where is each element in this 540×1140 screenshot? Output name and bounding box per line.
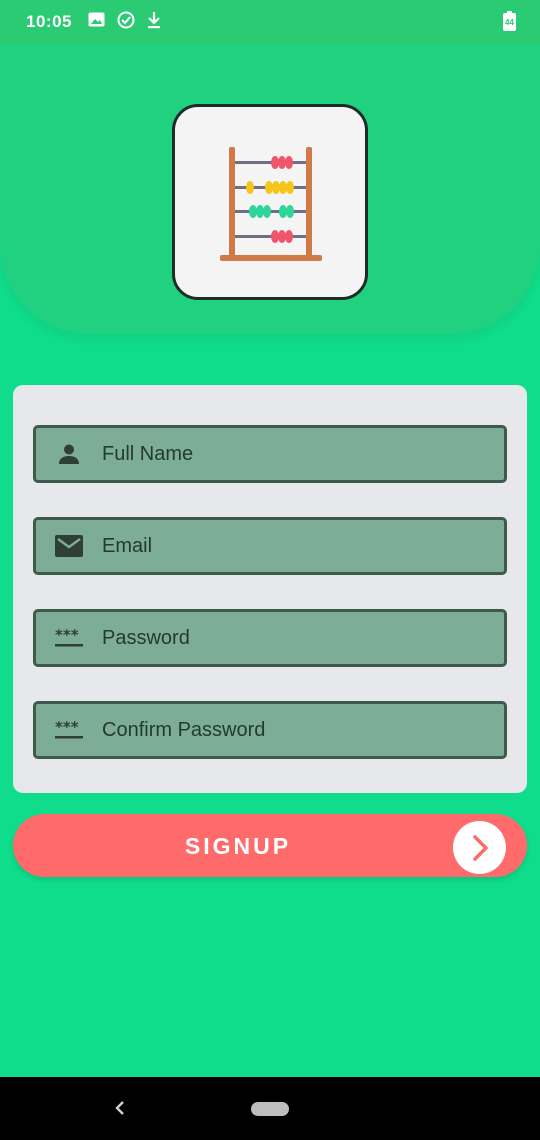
full-name-input[interactable] [102,428,504,480]
password-icon: *** [36,704,102,756]
abacus-icon [220,147,322,261]
download-icon [147,11,161,34]
svg-text:***: *** [55,720,79,736]
battery-level: 44 [505,17,514,27]
password-input[interactable] [102,612,504,664]
navigation-bar [0,1077,540,1140]
password-field[interactable]: *** [33,609,507,667]
home-pill[interactable] [251,1102,289,1116]
image-icon [88,12,105,32]
app-logo [172,104,368,300]
status-time: 10:05 [26,12,72,31]
status-right: 44 [503,11,516,31]
back-icon[interactable] [110,1097,130,1119]
password-icon: *** [36,612,102,664]
svg-text:***: *** [55,628,79,644]
full-name-field[interactable] [33,425,507,483]
signup-form: *** *** [13,385,527,793]
confirm-password-field[interactable]: *** [33,701,507,759]
mail-icon [36,520,102,572]
battery-icon: 44 [503,11,516,31]
signup-button[interactable]: SIGNUP [13,814,527,877]
status-notification-icons [88,11,161,34]
email-input[interactable] [102,520,504,572]
person-icon [36,428,102,480]
check-circle-icon [117,11,135,34]
status-bar: 10:05 44 [0,0,540,44]
email-field[interactable] [33,517,507,575]
confirm-password-input[interactable] [102,704,504,756]
chevron-right-icon [453,821,506,874]
signup-label: SIGNUP [184,833,292,859]
